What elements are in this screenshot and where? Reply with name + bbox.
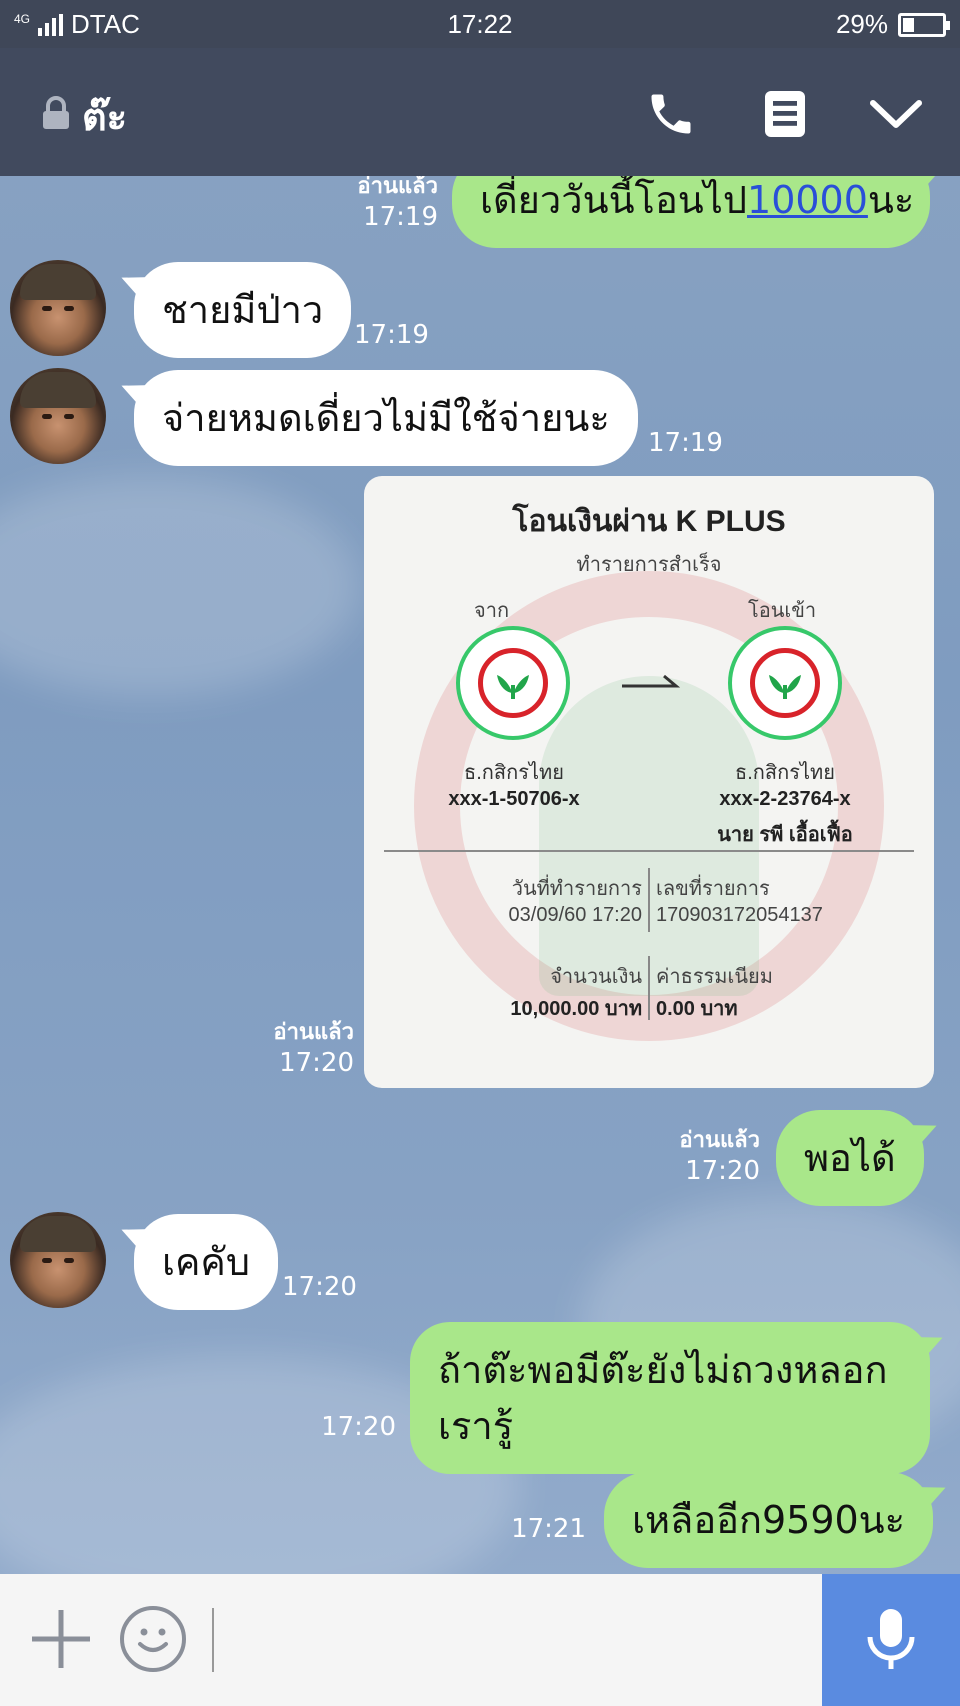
battery-icon: [898, 12, 950, 37]
voice-message-button[interactable]: [822, 1574, 960, 1706]
message-meta: อ่านแล้ว 17:20: [273, 1018, 354, 1078]
message-bubble-outgoing[interactable]: เหลืออีก9590นะ: [604, 1472, 934, 1568]
kbank-logo-icon: [456, 626, 570, 740]
message-meta: 17:20: [282, 1272, 357, 1302]
message-text: เคคับ: [162, 1240, 250, 1284]
amount-label: จำนวนเงิน: [550, 966, 642, 988]
message-text: พอได้: [804, 1136, 896, 1180]
read-receipt: อ่านแล้ว: [273, 1020, 354, 1045]
chat-header: ต๊ะ: [0, 48, 960, 176]
message-input-bar: [0, 1574, 960, 1706]
chevron-down-icon: [870, 100, 922, 128]
kbank-logo-icon: [728, 626, 842, 740]
lock-icon: [43, 96, 69, 129]
message-time: 17:20: [279, 1048, 354, 1078]
battery-percent: 29%: [835, 9, 888, 39]
divider: [384, 850, 914, 852]
message-bubble-outgoing[interactable]: ถ้าต๊ะพอมีต๊ะยังไม่ถวงหลอก เรารู้: [410, 1322, 930, 1474]
date-value: 03/09/60 17:20: [508, 904, 642, 926]
amount-value: 10,000.00 บาท: [510, 998, 642, 1020]
message-time: 17:19: [648, 428, 723, 458]
message-bubble-incoming[interactable]: จ่ายหมดเดี่ยวไม่มีใช้จ่ายนะ: [134, 370, 638, 466]
message-meta: อ่านแล้ว 17:20: [679, 1126, 760, 1186]
message-time: 17:20: [685, 1156, 760, 1186]
message-bubble-outgoing[interactable]: พอได้: [776, 1110, 924, 1206]
to-account: xxx-2-23764-x: [719, 788, 851, 810]
call-button[interactable]: [641, 84, 701, 144]
receipt-title: โอนเงินผ่าน K PLUS: [512, 505, 786, 538]
divider: [648, 868, 650, 932]
avatar[interactable]: [10, 1212, 106, 1308]
battery-status: 29%: [835, 9, 950, 40]
status-time: 17:22: [447, 9, 513, 39]
transfer-receipt-image[interactable]: โอนเงินผ่าน K PLUS ทำรายการสำเร็จ จาก โอ…: [364, 476, 934, 1088]
status-bar: 4G DTAC 17:22 29%: [0, 0, 960, 48]
notes-icon: [765, 91, 805, 137]
avatar[interactable]: [10, 368, 106, 464]
to-bank: ธ.กสิกรไทย: [735, 762, 835, 784]
message-meta: 17:21: [511, 1514, 586, 1544]
fee-value: 0.00 บาท: [656, 998, 738, 1020]
read-receipt: อ่านแล้ว: [357, 176, 438, 199]
message-time: 17:19: [363, 202, 438, 232]
menu-toggle-button[interactable]: [866, 84, 926, 144]
message-text: นะ: [867, 178, 915, 222]
message-bubble-incoming[interactable]: ชายมีป่าว: [134, 262, 352, 358]
to-account-name: นาย รพี เอื้อเฟื้อ: [717, 824, 853, 846]
read-receipt: อ่านแล้ว: [679, 1128, 760, 1153]
arrow-right-icon: [622, 674, 680, 688]
receipt-subtitle: ทำรายการสำเร็จ: [576, 554, 722, 576]
avatar[interactable]: [10, 260, 106, 356]
message-text: เหลืออีก9590นะ: [632, 1498, 906, 1542]
message-time: 17:21: [511, 1514, 586, 1544]
to-label: โอนเข้า: [748, 600, 817, 622]
message-text: จ่ายหมดเดี่ยวไม่มีใช้จ่ายนะ: [162, 396, 610, 440]
message-time: 17:20: [321, 1412, 396, 1442]
from-bank: ธ.กสิกรไทย: [464, 762, 564, 784]
plus-icon[interactable]: [30, 1608, 92, 1670]
divider: [648, 956, 650, 1020]
message-meta: 17:19: [648, 428, 723, 458]
reference-label: เลขที่รายการ: [656, 878, 770, 900]
message-meta: 17:19: [354, 320, 429, 350]
fee-label: ค่าธรรมเนียม: [656, 966, 773, 988]
text-input-cursor[interactable]: [212, 1608, 214, 1672]
message-time: 17:20: [282, 1272, 357, 1302]
message-bubble-outgoing[interactable]: เดี่ยววันนี้โอนไป10000นะ: [452, 176, 930, 248]
chat-area[interactable]: อ่านแล้ว 17:19 เดี่ยววันนี้โอนไป10000นะ …: [0, 176, 960, 1574]
message-text: ถ้าต๊ะพอมีต๊ะยังไม่ถวงหลอก: [438, 1348, 888, 1392]
message-text: เรารู้: [438, 1404, 514, 1448]
message-text: ชายมีป่าว: [162, 288, 324, 332]
reference-value: 170903172054137: [656, 904, 823, 926]
from-label: จาก: [474, 600, 510, 622]
phone-icon: [651, 94, 691, 134]
microphone-icon: [867, 1609, 915, 1669]
message-link[interactable]: 10000: [747, 178, 868, 222]
message-text: เดี่ยววันนี้โอนไป: [480, 178, 748, 222]
message-bubble-incoming[interactable]: เคคับ: [134, 1214, 278, 1310]
date-label: วันที่ทำรายการ: [511, 878, 642, 900]
message-meta: อ่านแล้ว 17:19: [357, 176, 438, 232]
notes-button[interactable]: [755, 84, 815, 144]
message-meta: 17:20: [321, 1412, 396, 1442]
chat-title: ต๊ะ: [82, 95, 128, 139]
background-cloud: [0, 476, 360, 696]
from-account: xxx-1-50706-x: [448, 788, 580, 810]
emoji-icon[interactable]: [120, 1606, 186, 1672]
message-time: 17:19: [354, 320, 429, 350]
